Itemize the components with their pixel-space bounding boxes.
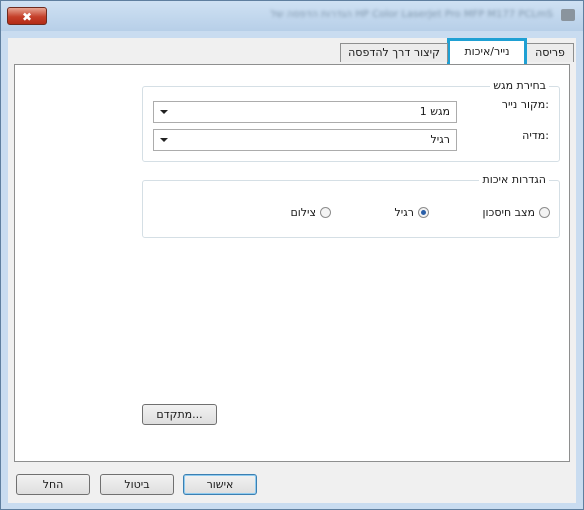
media-value: רגיל xyxy=(430,133,450,146)
chevron-down-icon xyxy=(160,138,168,142)
paper-source-label: מקור נייר: xyxy=(501,98,549,111)
tab-panel: בחירת מגש מקור נייר: מגש 1 מדיה: רגיל הג… xyxy=(14,64,570,462)
chevron-down-icon xyxy=(160,110,168,114)
tray-selection-group: בחירת מגש מקור נייר: מגש 1 מדיה: רגיל xyxy=(142,79,560,162)
media-select[interactable]: רגיל xyxy=(153,129,457,151)
economode-label: מצב חיסכון xyxy=(482,206,535,219)
paper-source-value: מגש 1 xyxy=(419,105,450,118)
tab-layout[interactable]: פריסה xyxy=(526,43,574,62)
apply-button[interactable]: החל xyxy=(16,474,90,495)
photo-quality-radio[interactable]: צילום xyxy=(290,206,331,219)
dialog-client-area: פריסה נייר/איכות קיצור דרך להדפסה בחירת … xyxy=(8,38,576,503)
window-title: הגדרות הדפסה של HP Color LaserJet Pro MF… xyxy=(270,9,553,20)
printer-icon xyxy=(561,9,575,21)
quality-group-title: הגדרות איכות xyxy=(479,173,549,186)
quality-settings-group: הגדרות איכות מצב חיסכון רגיל צילום xyxy=(142,173,560,238)
title-bar: ✖ הגדרות הדפסה של HP Color LaserJet Pro … xyxy=(1,1,583,31)
tab-paper-quality[interactable]: נייר/איכות xyxy=(447,38,527,64)
media-label: מדיה: xyxy=(522,129,549,142)
printing-preferences-window: ✖ הגדרות הדפסה של HP Color LaserJet Pro … xyxy=(0,0,584,510)
photo-quality-label: צילום xyxy=(290,206,316,219)
paper-source-select[interactable]: מגש 1 xyxy=(153,101,457,123)
radio-icon xyxy=(539,207,550,218)
advanced-button[interactable]: מתקדם... xyxy=(142,404,217,425)
ok-button[interactable]: אישור xyxy=(183,474,257,495)
close-button[interactable]: ✖ xyxy=(7,7,47,25)
cancel-button[interactable]: ביטול xyxy=(100,474,174,495)
radio-selected-icon xyxy=(418,207,429,218)
normal-quality-radio[interactable]: רגיל xyxy=(395,206,429,219)
economode-radio[interactable]: מצב חיסכון xyxy=(483,206,550,219)
radio-icon xyxy=(320,207,331,218)
normal-quality-label: רגיל xyxy=(394,206,414,219)
tray-group-title: בחירת מגש xyxy=(490,79,549,92)
tab-printing-shortcut[interactable]: קיצור דרך להדפסה xyxy=(340,43,448,62)
